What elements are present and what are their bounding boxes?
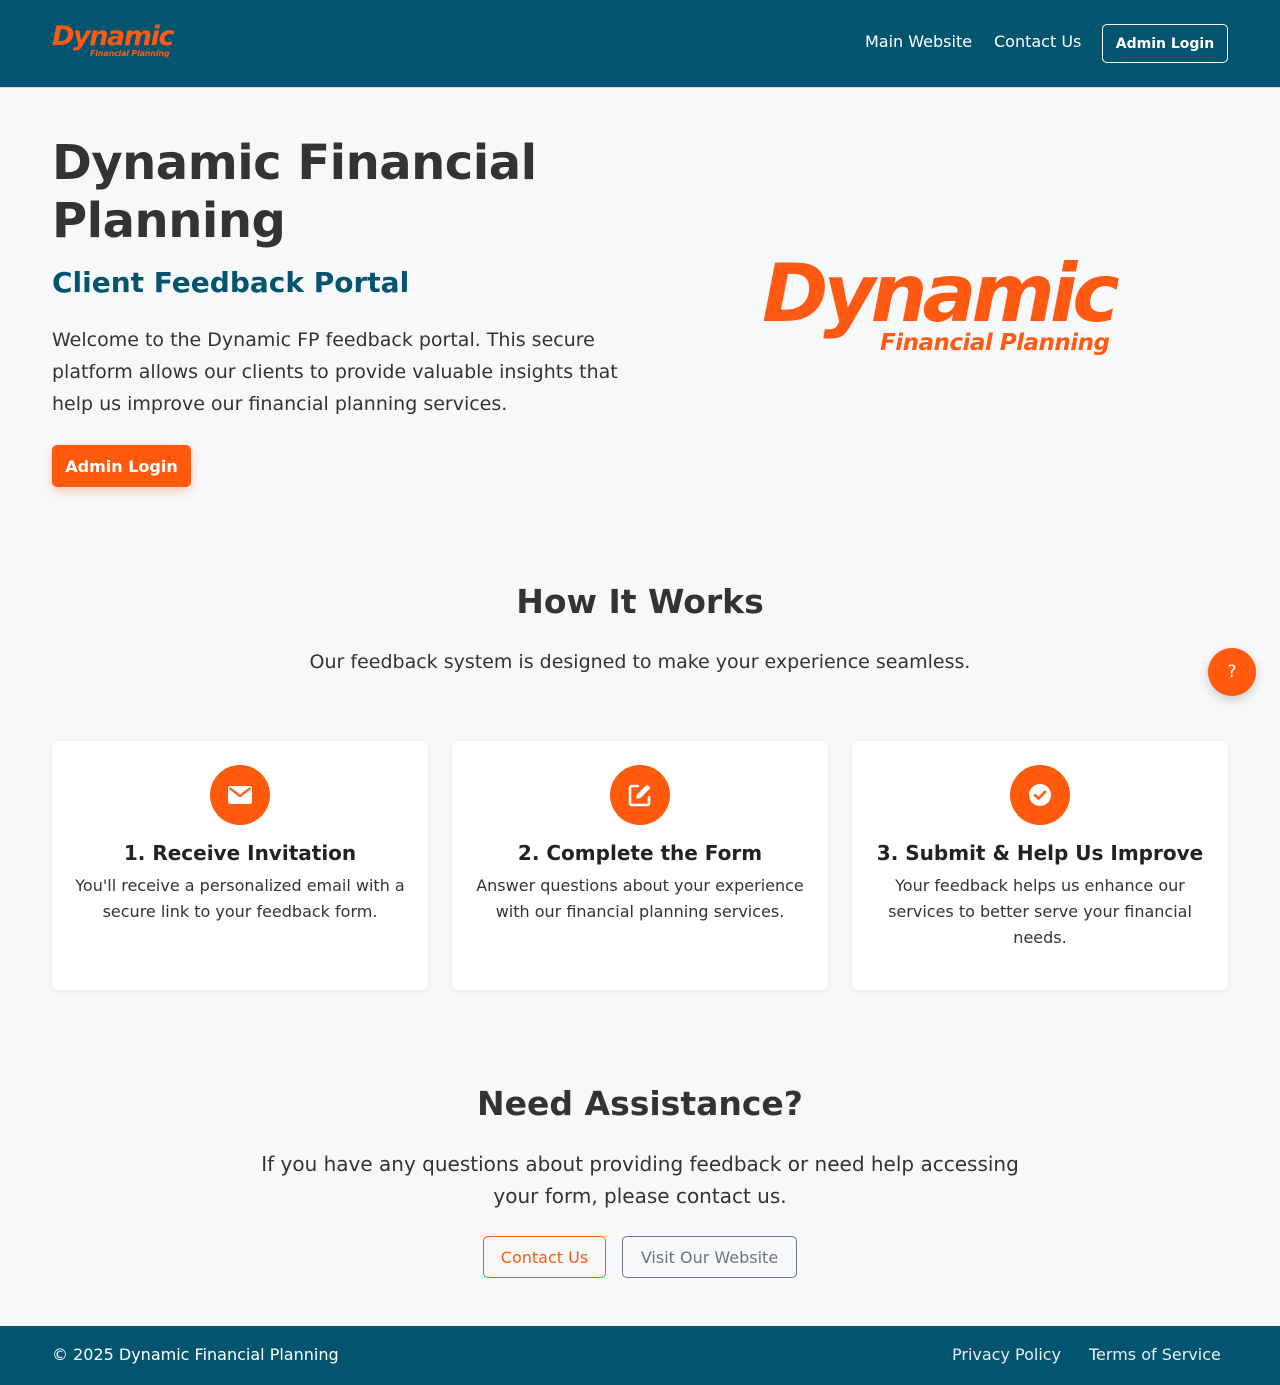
step-text: Your feedback helps us enhance our servi… [888, 876, 1192, 947]
step-text: Answer questions about your experience w… [476, 876, 804, 921]
hero-logo-tagline: Financial Planning [880, 330, 1110, 356]
how-it-works-subtitle: Our feedback system is designed to make … [309, 651, 971, 673]
step-text: You'll receive a personalized email with… [75, 876, 405, 921]
terms-of-service-link[interactable]: Terms of Service [1089, 1345, 1221, 1365]
step-card: 3. Submit & Help Us Improve Your feedbac… [852, 741, 1228, 990]
hero-admin-login-button[interactable]: Admin Login [52, 445, 191, 487]
hero-subtitle: Client Feedback Portal [52, 266, 410, 299]
step-title: 1. Receive Invitation [123, 841, 357, 865]
check-circle-icon [1010, 765, 1070, 825]
hero-title: Dynamic Financial Planning [52, 135, 537, 249]
how-it-works-title: How It Works [516, 582, 764, 621]
visit-website-button[interactable]: Visit Our Website [622, 1236, 797, 1278]
footer-copyright: © 2025 Dynamic Financial Planning [52, 1345, 339, 1364]
privacy-policy-link[interactable]: Privacy Policy [952, 1345, 1061, 1365]
header-logo[interactable]: Dynamic Financial Planning [52, 21, 176, 64]
hero-description: Welcome to the Dynamic FP feedback porta… [52, 329, 618, 415]
nav-main-website-link[interactable]: Main Website [865, 32, 972, 52]
footer: © 2025 Dynamic Financial Planning Privac… [0, 1326, 1280, 1385]
nav-contact-us-link[interactable]: Contact Us [994, 32, 1081, 52]
edit-icon [610, 765, 670, 825]
help-button[interactable]: ? [1208, 648, 1256, 696]
step-title: 3. Submit & Help Us Improve [876, 841, 1204, 865]
hero-logo: Dynamic Financial Planning [762, 247, 1122, 366]
step-card: 2. Complete the Form Answer questions ab… [452, 741, 828, 990]
assistance-title: Need Assistance? [477, 1084, 803, 1123]
top-navbar: Dynamic Financial Planning Main Website … [0, 0, 1280, 88]
contact-us-button[interactable]: Contact Us [483, 1236, 606, 1278]
header-logo-tagline: Financial Planning [90, 49, 170, 58]
step-card: 1. Receive Invitation You'll receive a p… [52, 741, 428, 990]
nav-admin-login-button[interactable]: Admin Login [1102, 24, 1228, 63]
step-title: 2. Complete the Form [517, 841, 763, 865]
hero-logo-word: Dynamic [762, 247, 1120, 340]
envelope-icon [210, 765, 270, 825]
assistance-text: If you have any questions about providin… [261, 1152, 1019, 1208]
